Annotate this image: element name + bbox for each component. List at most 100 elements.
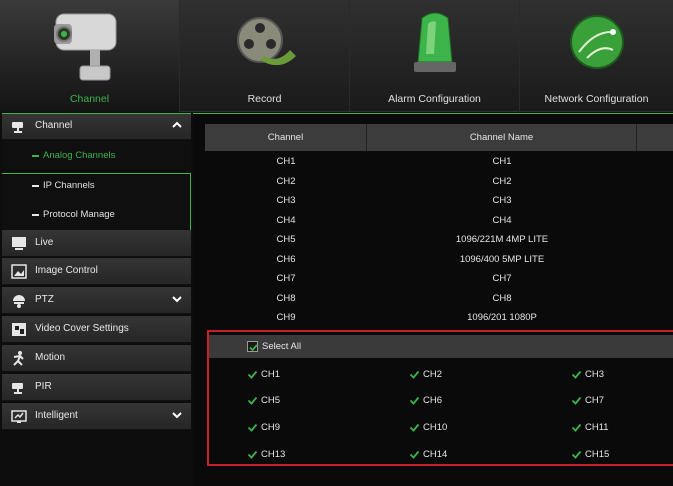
channel-checkbox-label: CH3: [585, 369, 605, 380]
alarm-light-icon: [413, 12, 456, 72]
sidebar-item-intelligent[interactable]: Intelligent: [2, 403, 191, 430]
sidebar-subitem-label: Analog Channels: [43, 150, 116, 161]
checkmark-icon: [247, 396, 258, 405]
running-man-icon: [13, 351, 24, 366]
intelligent-icon: [11, 410, 27, 423]
sidebar-item-label: Channel: [35, 120, 73, 131]
channel-checkbox-label: CH11: [585, 422, 609, 433]
sidebar-item-image-control[interactable]: Image Control: [2, 258, 191, 285]
channel-checkbox[interactable]: CH14: [409, 447, 509, 463]
cell-channel-name: CH8: [492, 292, 512, 304]
sidebar-item-ptz[interactable]: PTZ: [2, 287, 191, 314]
main-content: Channel Channel Name CH1 CH1 CH2 CH2 CH3 CH3 C…: [193, 113, 673, 486]
channel-checkbox[interactable]: CH13: [247, 447, 347, 463]
top-navigation: Channel Record Alarm Configuration Netwo…: [0, 0, 673, 112]
table-row[interactable]: CH2 CH2: [205, 172, 673, 191]
sidebar-subitem-label: Protocol Manage: [43, 209, 115, 220]
channel-checkbox-label: CH14: [423, 449, 448, 460]
checkmark-icon: [247, 450, 258, 459]
sidebar-item-pir[interactable]: PIR: [2, 374, 191, 401]
select-all-bar: Select All: [209, 335, 673, 358]
cell-channel: CH2: [276, 175, 296, 187]
checkmark-icon: [571, 423, 582, 432]
chevron-up-icon[interactable]: [172, 120, 182, 130]
channel-checkbox-label: CH1: [261, 369, 281, 380]
table-row[interactable]: CH3 CH3: [205, 191, 673, 210]
tab-network-configuration[interactable]: Network Configuration: [520, 0, 673, 112]
cell-channel-name: CH7: [492, 273, 512, 284]
cell-channel: CH3: [276, 195, 296, 206]
sidebar-item-channel[interactable]: Channel: [2, 113, 191, 140]
tab-record[interactable]: Record: [180, 0, 350, 112]
channel-checkbox[interactable]: CH5: [247, 393, 347, 409]
chevron-down-icon[interactable]: [172, 410, 182, 420]
column-header-channel: Channel: [205, 124, 367, 151]
tab-label: Record: [247, 93, 282, 105]
channel-checkbox-label: CH6: [423, 395, 443, 406]
table-row[interactable]: CH9 1096/201 1080P: [205, 308, 673, 327]
cell-channel: CH6: [276, 253, 296, 265]
channel-checkbox[interactable]: CH6: [409, 393, 509, 409]
column-header-channel-name: Channel Name: [367, 124, 637, 151]
select-all-label: Select All: [262, 341, 302, 352]
table-row[interactable]: CH1 CH1: [205, 152, 673, 171]
ptz-camera-icon: [13, 295, 25, 308]
sidebar-item-label: PTZ: [35, 294, 54, 305]
tab-channel[interactable]: Channel: [0, 0, 180, 112]
channel-checkbox-label: CH13: [261, 449, 286, 460]
channel-checkbox[interactable]: CH3: [571, 367, 671, 383]
chevron-down-icon[interactable]: [172, 294, 182, 304]
sidebar-item-motion[interactable]: Motion: [2, 345, 191, 372]
checkmark-icon: [409, 450, 420, 459]
cell-channel: CH9: [276, 312, 296, 323]
checkmark-icon: [409, 370, 420, 379]
channel-checkbox[interactable]: CH1: [247, 367, 347, 383]
sidebar-subitem-ip-channels[interactable]: IP Channels: [2, 171, 191, 200]
channel-checkbox[interactable]: CH11: [571, 420, 671, 436]
table-row[interactable]: CH4 CH4: [205, 211, 673, 230]
checkmark-icon: [249, 344, 258, 352]
tab-alarm-configuration[interactable]: Alarm Configuration: [350, 0, 520, 112]
channel-checkbox[interactable]: CH10: [409, 420, 509, 436]
cell-channel-name: 1096/400 5MP LITE: [459, 253, 545, 265]
film-reel-icon: [236, 17, 296, 66]
cell-channel: CH7: [276, 273, 296, 284]
channel-checkbox[interactable]: CH15: [571, 447, 671, 463]
sidebar-item-label: PIR: [35, 381, 52, 392]
table-row[interactable]: CH8 CH8: [205, 289, 673, 308]
cell-channel-name: 1096/201 1080P: [467, 312, 537, 323]
video-cover-icon: [12, 323, 26, 336]
table-row[interactable]: CH6 1096/400 5MP LITE: [205, 250, 673, 269]
camera-icon: [12, 122, 23, 133]
sidebar-item-label: Live: [35, 237, 54, 248]
checkmark-icon: [247, 370, 258, 379]
cell-channel-name: CH3: [492, 195, 512, 206]
channel-checkbox[interactable]: CH9: [247, 420, 347, 436]
checkmark-icon: [571, 450, 582, 459]
cell-channel: CH5: [276, 234, 296, 245]
cell-channel-name: 1096/221M 4MP LITE: [455, 234, 549, 245]
sidebar-item-label: Image Control: [35, 265, 98, 276]
table-row[interactable]: CH5 1096/221M 4MP LITE: [205, 230, 673, 249]
sidebar-subitem-label: IP Channels: [43, 180, 95, 191]
cell-channel-name: CH2: [492, 175, 512, 187]
sidebar-item-live[interactable]: Live: [2, 230, 191, 257]
sidebar-item-label: Video Cover Settings: [35, 323, 129, 334]
channel-checkbox-label: CH5: [261, 395, 281, 406]
sidebar-item-label: Motion: [35, 352, 66, 363]
dash-marker: [32, 155, 39, 157]
channel-checkbox[interactable]: CH2: [409, 367, 509, 383]
channel-checkbox-label: CH9: [261, 422, 281, 433]
cell-channel-name: CH4: [492, 214, 512, 226]
table-row[interactable]: CH7 CH7: [205, 269, 673, 288]
checkmark-icon: [409, 396, 420, 405]
checkmark-icon: [409, 423, 420, 432]
channel-selection-panel: Select All CH1 CH2 CH3 CH5 CH6 CH7 CH9 CH10 CH11…: [207, 330, 673, 466]
sidebar-item-label: Intelligent: [35, 410, 78, 421]
sidebar-subitem-protocol-manage[interactable]: Protocol Manage: [2, 200, 191, 229]
sidebar-subitem-analog-channels[interactable]: Analog Channels: [2, 141, 191, 170]
select-all-checkbox[interactable]: [247, 341, 258, 352]
channel-checkbox[interactable]: CH7: [571, 393, 671, 409]
table-header: Channel Channel Name: [205, 124, 673, 151]
sidebar-item-video-cover-settings[interactable]: Video Cover Settings: [2, 316, 191, 343]
